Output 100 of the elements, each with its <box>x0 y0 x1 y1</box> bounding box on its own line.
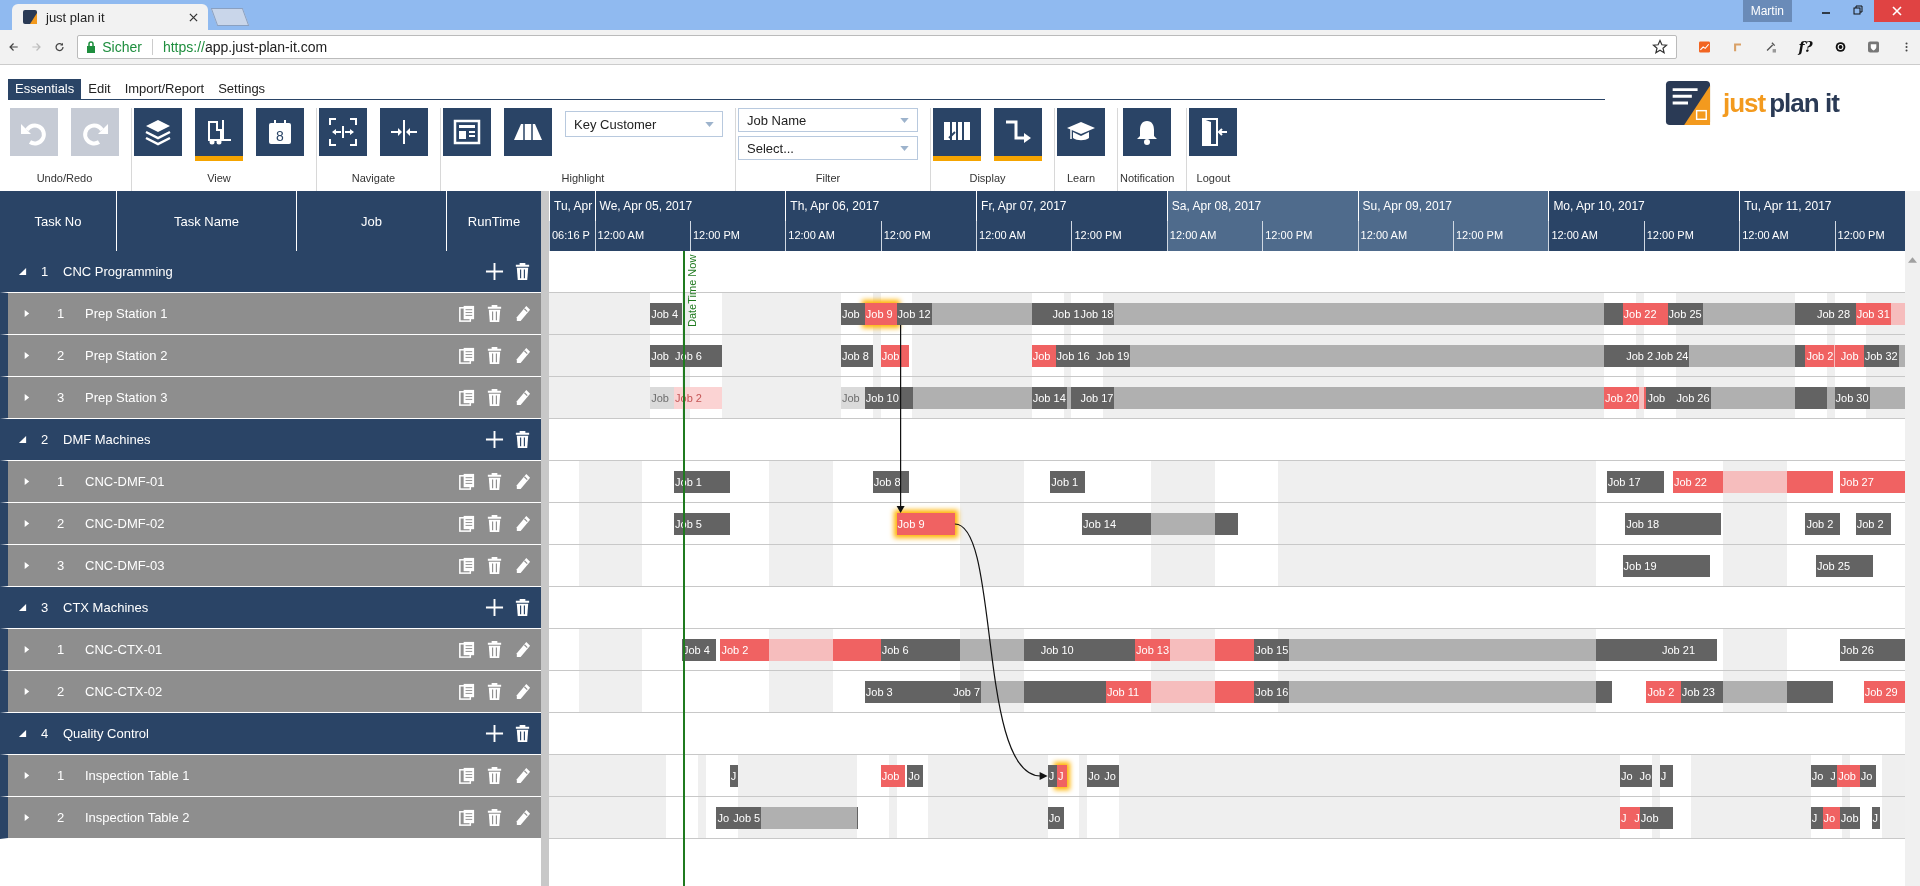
job-bar[interactable]: Job <box>880 765 905 787</box>
scroll-up-icon[interactable] <box>1908 257 1917 263</box>
job-bar[interactable]: Job 4 <box>682 639 717 661</box>
job-bar[interactable]: Job 24 <box>1654 345 1806 367</box>
trapezoid-button[interactable] <box>504 108 552 156</box>
ribbon-tab[interactable]: Essentials <box>8 79 82 99</box>
job-bar[interactable]: J <box>1810 807 1823 829</box>
resource-row[interactable]: 2 CNC-DMF-02 <box>0 503 541 545</box>
trash-icon[interactable] <box>513 724 532 743</box>
job-bar[interactable]: Job <box>880 345 909 367</box>
job-bar[interactable]: Jo <box>1810 765 1830 787</box>
job-bar[interactable]: Job 15 <box>1254 639 1661 661</box>
job-bar[interactable]: Job 9 <box>864 303 897 325</box>
close-icon[interactable] <box>189 12 198 22</box>
job-bar[interactable]: Job 26 <box>1675 387 1835 409</box>
job-bar[interactable]: Job 30 <box>1834 387 1905 409</box>
exit-door-button[interactable] <box>1189 108 1238 156</box>
job-bar[interactable]: Job <box>1839 345 1864 367</box>
plus-icon[interactable] <box>485 430 504 449</box>
user-badge[interactable]: Martin <box>1742 0 1792 22</box>
clipboard-icon[interactable] <box>457 766 476 785</box>
collapse-button[interactable] <box>380 108 428 156</box>
job-bar[interactable]: Job 16 <box>1254 681 1612 703</box>
job-bar[interactable]: Job <box>650 387 675 409</box>
trash-icon[interactable] <box>513 430 532 449</box>
job-bar[interactable]: Job 7 <box>952 681 1106 703</box>
job-bar[interactable]: J <box>1056 765 1068 787</box>
job-bar[interactable]: Job <box>840 303 865 325</box>
expand-button[interactable] <box>319 108 367 156</box>
job-bar[interactable]: Job 18 <box>1625 513 1721 535</box>
job-bar[interactable]: J <box>1659 765 1673 787</box>
job-bar[interactable]: Job 13 <box>1135 639 1255 661</box>
clipboard-icon[interactable] <box>457 556 476 575</box>
circle-extension-icon[interactable] <box>1834 39 1846 55</box>
resource-row[interactable]: 3 CNC-DMF-03 <box>0 545 541 587</box>
job-bar[interactable]: Job 22 <box>1672 471 1834 493</box>
scrollbar[interactable] <box>1905 191 1920 886</box>
job-bar[interactable]: Job 1 <box>1050 471 1085 493</box>
address-bar[interactable]: Sicher https://app.just-plan-it.com <box>77 35 1678 59</box>
chart-extension-icon[interactable] <box>1699 39 1711 55</box>
job-bar[interactable]: Job <box>840 387 865 409</box>
job-bar[interactable]: Job <box>1839 807 1860 829</box>
ribbon-tab[interactable]: Edit <box>81 79 118 99</box>
graduation-cap-button[interactable] <box>1057 108 1105 156</box>
column-header[interactable]: RunTime <box>447 191 541 251</box>
resource-row[interactable]: 1 Prep Station 1 <box>0 293 541 335</box>
trash-icon[interactable] <box>513 262 532 281</box>
job-bar[interactable]: Job <box>1031 345 1056 367</box>
resource-row[interactable]: 2 CNC-CTX-02 <box>0 671 541 713</box>
job-bar[interactable]: Job 19 <box>1622 555 1710 577</box>
job-bar[interactable]: Job 32 <box>1863 345 1905 367</box>
clipboard-icon[interactable] <box>457 640 476 659</box>
job-bar[interactable]: Job 17 <box>1079 387 1604 409</box>
job-bar[interactable]: Jo <box>1047 807 1064 829</box>
job-bar[interactable]: Job 8 <box>840 345 873 367</box>
job-bar[interactable]: Job 20 <box>1604 387 1647 409</box>
clipboard-icon[interactable] <box>457 304 476 323</box>
job-bar[interactable]: Job 31 <box>1855 303 1905 325</box>
job-bar[interactable]: Jo <box>1087 765 1104 787</box>
new-tab-button[interactable] <box>210 8 250 26</box>
clipboard-icon[interactable] <box>457 682 476 701</box>
resource-row[interactable]: 2 Inspection Table 2 <box>0 797 541 839</box>
job-bar[interactable]: J <box>1871 807 1880 829</box>
clipboard-icon[interactable] <box>457 388 476 407</box>
job-bar[interactable]: Job <box>1837 765 1860 787</box>
resource-row[interactable]: 1 Inspection Table 1 <box>0 755 541 797</box>
job-bar[interactable]: Job 18 <box>1079 303 1623 325</box>
plus-icon[interactable] <box>485 598 504 617</box>
columns-button[interactable] <box>933 108 981 161</box>
job-bar[interactable]: Job 2 <box>1625 345 1655 367</box>
browser-tab[interactable]: just plan it <box>12 4 208 30</box>
job-bar[interactable]: Job 3 <box>864 681 953 703</box>
step-arrow-button[interactable] <box>994 108 1042 161</box>
restore-icon[interactable] <box>1852 4 1864 16</box>
expand-icon[interactable] <box>18 729 27 738</box>
job-bar[interactable]: Job 4 <box>650 303 682 325</box>
job-bar[interactable]: Job 10 <box>864 387 1032 409</box>
resource-row[interactable]: 1 CNC-CTX-01 <box>0 629 541 671</box>
font-extension-button[interactable]: f? <box>1798 39 1813 55</box>
job-bar[interactable]: Job 25 <box>1667 303 1816 325</box>
expand-icon[interactable] <box>18 267 27 276</box>
job-bar[interactable]: Job <box>1639 807 1673 829</box>
expand-icon[interactable] <box>18 603 27 612</box>
clipboard-icon[interactable] <box>457 346 476 365</box>
job-bar[interactable]: Job 2 <box>1805 513 1840 535</box>
window-close-button[interactable] <box>1874 0 1920 22</box>
resource-row[interactable]: 3 Prep Station 3 <box>0 377 541 419</box>
expand-icon[interactable] <box>18 435 27 444</box>
layers-button[interactable] <box>134 108 182 156</box>
job-bar[interactable]: Job 11 <box>1105 681 1255 703</box>
job-bar[interactable]: Job 14 <box>1031 387 1080 409</box>
dropdown[interactable]: Job Name <box>738 108 918 132</box>
job-bar[interactable]: J <box>1619 807 1634 829</box>
job-bar[interactable]: Job 26 <box>1839 639 1905 661</box>
group-row[interactable]: 2 DMF Machines <box>0 419 541 461</box>
job-bar[interactable]: J <box>729 765 738 787</box>
plus-icon[interactable] <box>485 262 504 281</box>
calendar-button[interactable]: 8 <box>256 108 304 156</box>
eyedropper-extension-icon[interactable] <box>1765 39 1777 55</box>
job-bar[interactable]: Job 9 <box>896 513 955 535</box>
